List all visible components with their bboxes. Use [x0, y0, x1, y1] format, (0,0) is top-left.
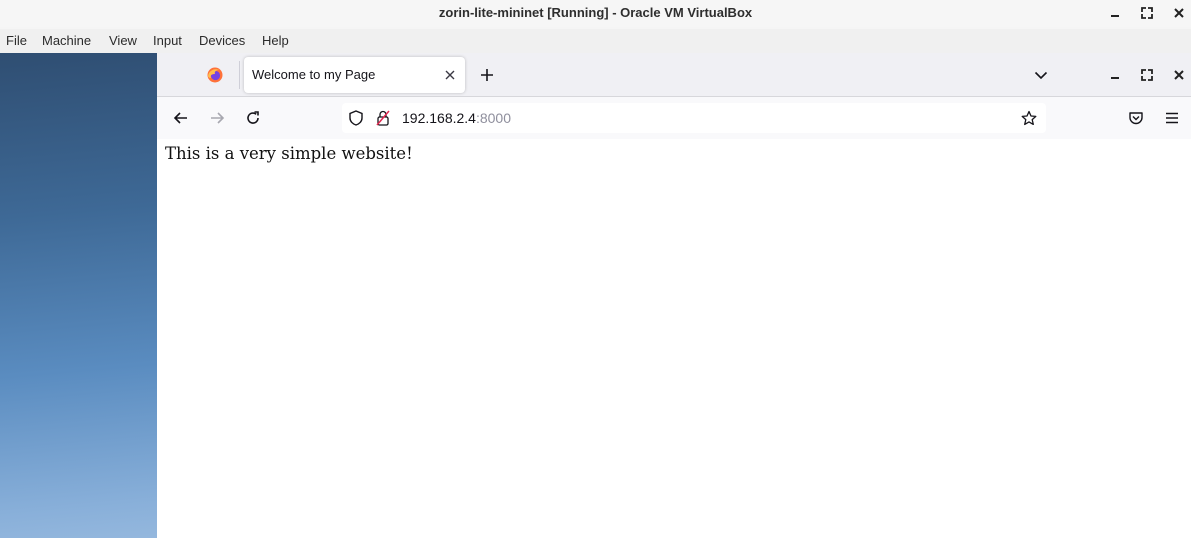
- reload-icon: [247, 111, 259, 124]
- browser-close-button[interactable]: [1169, 65, 1189, 85]
- url-host: 192.168.2.4: [402, 110, 476, 126]
- browser-maximize-button[interactable]: [1137, 65, 1157, 85]
- host-minimize-button[interactable]: [1104, 3, 1126, 23]
- tab-bar: Welcome to my Page: [157, 53, 1191, 97]
- browser-minimize-button[interactable]: [1105, 65, 1125, 85]
- navigation-toolbar: 192.168.2.4:8000: [157, 97, 1191, 139]
- arrow-right-icon: [211, 112, 225, 124]
- tab-title: Welcome to my Page: [252, 67, 376, 82]
- new-tab-button[interactable]: [477, 65, 497, 85]
- hamburger-menu-icon: [1166, 112, 1178, 124]
- maximize-icon: [1141, 69, 1153, 81]
- insecure-lock-icon[interactable]: [374, 110, 392, 126]
- minimize-icon: [1111, 77, 1119, 79]
- star-icon: [1021, 110, 1037, 126]
- reload-button[interactable]: [243, 108, 263, 128]
- chevron-down-icon: [1034, 71, 1048, 80]
- tracking-protection-shield-icon[interactable]: [347, 110, 365, 126]
- menu-devices[interactable]: Devices: [193, 29, 251, 53]
- menu-help[interactable]: Help: [256, 29, 295, 53]
- close-icon: [445, 70, 455, 80]
- bookmark-star-button[interactable]: [1020, 109, 1038, 127]
- pocket-icon: [1129, 112, 1143, 125]
- maximize-icon: [1141, 7, 1153, 19]
- plus-icon: [481, 69, 493, 81]
- menu-view[interactable]: View: [103, 29, 143, 53]
- page-content: This is a very simple website!: [157, 139, 1191, 538]
- url-bar[interactable]: 192.168.2.4:8000: [342, 103, 1046, 133]
- tab-separator: [239, 61, 240, 89]
- close-icon: [1174, 70, 1184, 80]
- url-port: :8000: [475, 110, 512, 126]
- tab-welcome[interactable]: Welcome to my Page: [244, 57, 465, 93]
- app-menu-button[interactable]: [1162, 108, 1182, 128]
- back-button[interactable]: [171, 108, 191, 128]
- menu-machine[interactable]: Machine: [36, 29, 97, 53]
- host-maximize-button[interactable]: [1136, 3, 1158, 23]
- pocket-button[interactable]: [1126, 108, 1146, 128]
- arrow-left-icon: [173, 112, 187, 124]
- host-close-button[interactable]: [1168, 3, 1190, 23]
- minimize-icon: [1111, 15, 1119, 17]
- host-window-title: zorin-lite-mininet [Running] - Oracle VM…: [438, 5, 753, 20]
- list-all-tabs-button[interactable]: [1031, 65, 1051, 85]
- firefox-window: Welcome to my Page 192.168.2.4:8000 This…: [157, 53, 1191, 538]
- menu-file[interactable]: File: [0, 29, 33, 53]
- host-menubar: File Machine View Input Devices Help: [0, 29, 1191, 53]
- host-titlebar: zorin-lite-mininet [Running] - Oracle VM…: [0, 0, 1191, 27]
- tab-close-button[interactable]: [443, 68, 457, 82]
- firefox-logo-icon[interactable]: [207, 67, 223, 83]
- close-icon: [1174, 8, 1184, 18]
- forward-button[interactable]: [207, 108, 227, 128]
- menu-input[interactable]: Input: [147, 29, 188, 53]
- url-text: 192.168.2.4:8000: [402, 103, 511, 133]
- page-body-text: This is a very simple website!: [165, 144, 413, 163]
